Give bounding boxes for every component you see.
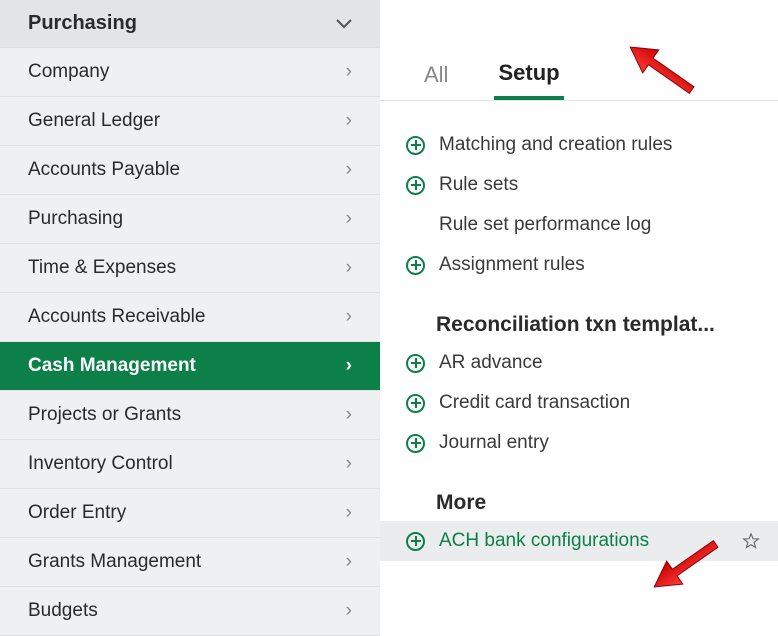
list-item-rule-set-perf-log[interactable]: Rule set performance log <box>380 205 778 245</box>
star-icon[interactable] <box>742 532 760 550</box>
sidebar-item-label: Accounts Receivable <box>28 306 205 328</box>
chevron-right-icon: › <box>346 208 352 230</box>
sidebar-item-accounts-payable[interactable]: Accounts Payable › <box>0 146 380 195</box>
sidebar-item-label: Order Entry <box>28 502 126 524</box>
plus-icon[interactable] <box>406 354 425 373</box>
section-heading-more: More <box>380 463 778 521</box>
sidebar: Purchasing Company › General Ledger › Ac… <box>0 0 380 618</box>
list-item-label: AR advance <box>439 352 543 374</box>
chevron-right-icon: › <box>346 110 352 132</box>
sidebar-item-inventory-control[interactable]: Inventory Control › <box>0 440 380 489</box>
tab-all[interactable]: All <box>420 62 452 100</box>
sidebar-item-grants-management[interactable]: Grants Management › <box>0 538 380 587</box>
list-item-credit-card[interactable]: Credit card transaction <box>380 383 778 423</box>
sidebar-item-general-ledger[interactable]: General Ledger › <box>0 97 380 146</box>
sidebar-item-accounts-receivable[interactable]: Accounts Receivable › <box>0 293 380 342</box>
list-item-ach-bank-config[interactable]: ACH bank configurations <box>380 521 778 561</box>
chevron-right-icon: › <box>346 257 352 279</box>
list-item-label: Matching and creation rules <box>439 134 672 156</box>
plus-icon[interactable] <box>406 532 425 551</box>
sidebar-item-purchasing[interactable]: Purchasing › <box>0 195 380 244</box>
plus-icon[interactable] <box>406 434 425 453</box>
tab-setup[interactable]: Setup <box>494 60 563 100</box>
list-item-rule-sets[interactable]: Rule sets <box>380 165 778 205</box>
chevron-right-icon: › <box>346 306 352 328</box>
list-item-matching-rules[interactable]: Matching and creation rules <box>380 125 778 165</box>
sidebar-item-label: Cash Management <box>28 355 196 377</box>
chevron-right-icon: › <box>346 600 352 622</box>
sidebar-item-label: Company <box>28 61 109 83</box>
plus-icon[interactable] <box>406 136 425 155</box>
list-item-label: Rule sets <box>439 174 518 196</box>
list-item-label: Rule set performance log <box>439 214 651 236</box>
sidebar-header[interactable]: Purchasing <box>0 0 380 48</box>
chevron-right-icon: › <box>346 502 352 524</box>
plus-icon[interactable] <box>406 394 425 413</box>
sidebar-item-budgets[interactable]: Budgets › <box>0 587 380 636</box>
sidebar-item-company[interactable]: Company › <box>0 48 380 97</box>
chevron-right-icon: › <box>346 159 352 181</box>
plus-icon[interactable] <box>406 176 425 195</box>
chevron-right-icon: › <box>346 551 352 573</box>
chevron-right-icon: › <box>346 453 352 475</box>
plus-icon[interactable] <box>406 256 425 275</box>
list-item-label: ACH bank configurations <box>439 530 649 552</box>
sidebar-item-label: Projects or Grants <box>28 404 181 426</box>
sidebar-item-projects-grants[interactable]: Projects or Grants › <box>0 391 380 440</box>
list-item-ar-advance[interactable]: AR advance <box>380 343 778 383</box>
sidebar-item-label: Inventory Control <box>28 453 173 475</box>
sidebar-item-label: Purchasing <box>28 208 123 230</box>
sidebar-item-cash-management[interactable]: Cash Management › <box>0 342 380 391</box>
chevron-down-icon <box>336 13 352 34</box>
sidebar-item-label: Grants Management <box>28 551 201 573</box>
sidebar-item-label: Time & Expenses <box>28 257 176 279</box>
list-item-label: Journal entry <box>439 432 549 454</box>
sidebar-item-label: General Ledger <box>28 110 160 132</box>
chevron-right-icon: › <box>346 404 352 426</box>
main-panel: All Setup Matching and creation rules Ru… <box>380 0 778 618</box>
sidebar-item-order-entry[interactable]: Order Entry › <box>0 489 380 538</box>
tabs: All Setup <box>380 0 778 101</box>
sidebar-header-label: Purchasing <box>28 12 137 35</box>
setup-list: Matching and creation rules Rule sets Ru… <box>380 101 778 561</box>
section-heading-reconciliation: Reconciliation txn templat... <box>380 285 778 343</box>
chevron-right-icon: › <box>346 355 352 377</box>
sidebar-item-time-expenses[interactable]: Time & Expenses › <box>0 244 380 293</box>
chevron-right-icon: › <box>346 61 352 83</box>
sidebar-item-label: Accounts Payable <box>28 159 180 181</box>
list-item-assignment-rules[interactable]: Assignment rules <box>380 245 778 285</box>
list-item-label: Assignment rules <box>439 254 585 276</box>
list-item-label: Credit card transaction <box>439 392 630 414</box>
plus-spacer <box>406 216 425 235</box>
list-item-journal-entry[interactable]: Journal entry <box>380 423 778 463</box>
sidebar-item-label: Budgets <box>28 600 98 622</box>
